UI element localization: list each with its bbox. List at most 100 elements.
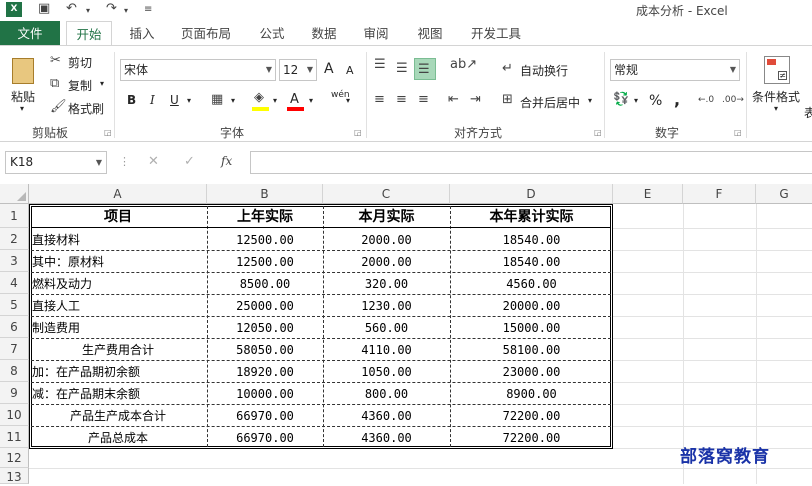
row-header-1[interactable]: 1 — [0, 204, 29, 228]
column-header-e[interactable]: E — [613, 184, 683, 204]
redo-dropdown-icon[interactable]: ▾ — [124, 6, 128, 15]
enter-icon[interactable]: ✓ — [184, 154, 195, 169]
font-size-combo[interactable]: 12 ▼ — [279, 59, 317, 81]
tab-data[interactable]: 数据 — [304, 21, 344, 46]
shrink-font-button[interactable]: A — [346, 64, 354, 77]
copy-button[interactable]: 复制 — [68, 77, 92, 94]
border-icon[interactable]: ▦ — [211, 93, 223, 107]
tab-page-layout[interactable]: 页面布局 — [174, 21, 238, 46]
row-header-2[interactable]: 2 — [0, 228, 29, 250]
table-cell-item[interactable]: 直接人工 — [32, 296, 207, 316]
column-header-b[interactable]: B — [207, 184, 323, 204]
table-cell-value[interactable]: 58100.00 — [450, 340, 613, 360]
table-cell-value[interactable]: 10000.00 — [207, 384, 323, 404]
alignment-launcher-icon[interactable]: ◲ — [594, 128, 602, 137]
table-cell-value[interactable]: 23000.00 — [450, 362, 613, 382]
table-cell-value[interactable]: 2000.00 — [323, 252, 450, 272]
merge-center-button[interactable]: 合并后居中 — [520, 94, 580, 111]
column-header-a[interactable]: A — [29, 184, 207, 204]
redo-icon[interactable]: ↷ — [106, 1, 117, 16]
number-launcher-icon[interactable]: ◲ — [734, 128, 742, 137]
styles-partial-label[interactable]: 表 — [804, 104, 812, 121]
row-header-3[interactable]: 3 — [0, 250, 29, 272]
orientation-icon[interactable]: ab↗ — [450, 58, 477, 72]
row-header-7[interactable]: 7 — [0, 338, 29, 360]
table-cell-value[interactable]: 800.00 — [323, 384, 450, 404]
tab-file[interactable]: 文件 — [0, 21, 60, 46]
clipboard-launcher-icon[interactable]: ◲ — [104, 128, 112, 137]
table-cell-value[interactable]: 4360.00 — [323, 406, 450, 426]
increase-decimal-icon[interactable]: ←.0 — [698, 93, 714, 107]
table-cell-item[interactable]: 其中：原材料 — [32, 252, 207, 272]
cut-button[interactable]: 剪切 — [68, 54, 92, 71]
comma-style-button[interactable]: , — [674, 90, 680, 109]
table-cell-value[interactable]: 4360.00 — [323, 428, 450, 448]
align-right-icon[interactable]: ≡ — [418, 93, 429, 107]
tab-insert[interactable]: 插入 — [122, 21, 162, 46]
copy-dropdown-icon[interactable]: ▾ — [100, 79, 104, 88]
table-cell-value[interactable]: 72200.00 — [450, 406, 613, 426]
tab-formulas[interactable]: 公式 — [252, 21, 292, 46]
format-painter-icon[interactable]: 🖌 — [50, 100, 67, 114]
format-painter-button[interactable]: 格式刷 — [68, 100, 104, 117]
cancel-icon[interactable]: ✕ — [148, 154, 159, 169]
undo-icon[interactable]: ↶ — [66, 1, 77, 16]
align-center-icon[interactable]: ≡ — [396, 93, 407, 107]
table-cell-value[interactable]: 18920.00 — [207, 362, 323, 382]
font-launcher-icon[interactable]: ◲ — [354, 128, 362, 137]
row-header-11[interactable]: 11 — [0, 426, 29, 448]
table-cell-value[interactable]: 66970.00 — [207, 406, 323, 426]
insert-function-icon[interactable]: fx — [221, 154, 232, 168]
wrap-text-button[interactable]: 自动换行 — [520, 62, 568, 79]
accounting-dropdown-icon[interactable]: ▾ — [634, 96, 638, 105]
underline-dropdown-icon[interactable]: ▾ — [187, 96, 191, 105]
wrap-text-icon[interactable]: ↵ — [502, 62, 513, 76]
table-cell-item[interactable]: 产品生产成本合计 — [29, 406, 207, 426]
fill-color-dropdown-icon[interactable]: ▾ — [273, 96, 277, 105]
table-cell-value[interactable]: 20000.00 — [450, 296, 613, 316]
header-cell-ytd[interactable]: 本年累计实际 — [450, 206, 613, 228]
customize-qat-icon[interactable]: ≡ — [144, 4, 152, 15]
table-cell-value[interactable]: 560.00 — [323, 318, 450, 338]
table-cell-value[interactable]: 2000.00 — [323, 230, 450, 250]
phonetic-dropdown-icon[interactable]: ▾ — [346, 96, 350, 105]
table-cell-item[interactable]: 减：在产品期末余额 — [32, 384, 207, 404]
tab-review[interactable]: 审阅 — [356, 21, 396, 46]
table-cell-value[interactable]: 66970.00 — [207, 428, 323, 448]
conditional-dropdown-icon[interactable]: ▾ — [774, 104, 778, 113]
row-header-9[interactable]: 9 — [0, 382, 29, 404]
formula-input[interactable] — [250, 151, 812, 174]
increase-indent-icon[interactable]: ⇥ — [470, 93, 481, 107]
undo-dropdown-icon[interactable]: ▾ — [86, 6, 90, 15]
table-cell-value[interactable]: 12500.00 — [207, 252, 323, 272]
row-header-5[interactable]: 5 — [0, 294, 29, 316]
table-cell-value[interactable]: 8500.00 — [207, 274, 323, 294]
table-cell-value[interactable]: 25000.00 — [207, 296, 323, 316]
merge-center-icon[interactable]: ⊞ — [502, 93, 513, 107]
header-cell-item[interactable]: 项目 — [29, 206, 207, 228]
table-cell-item[interactable]: 加：在产品期初余额 — [32, 362, 207, 382]
table-cell-value[interactable]: 8900.00 — [450, 384, 613, 404]
column-header-c[interactable]: C — [323, 184, 450, 204]
decrease-indent-icon[interactable]: ⇤ — [448, 93, 459, 107]
table-cell-value[interactable]: 18540.00 — [450, 230, 613, 250]
number-format-combo[interactable]: 常规 ▼ — [610, 59, 740, 81]
font-color-button[interactable]: A — [290, 92, 299, 107]
worksheet-grid[interactable]: A B C D E F G 1 2 3 4 5 6 7 8 9 10 11 12… — [0, 184, 812, 484]
table-cell-value[interactable]: 15000.00 — [450, 318, 613, 338]
header-cell-this-month[interactable]: 本月实际 — [323, 206, 450, 228]
row-header-13[interactable]: 13 — [0, 468, 29, 484]
tab-developer[interactable]: 开发工具 — [464, 21, 528, 46]
conditional-format-button[interactable]: 条件格式 — [752, 88, 800, 105]
table-cell-value[interactable]: 72200.00 — [450, 428, 613, 448]
paste-icon[interactable] — [12, 58, 34, 84]
border-dropdown-icon[interactable]: ▾ — [231, 96, 235, 105]
copy-icon[interactable]: ⧉ — [50, 77, 59, 91]
table-cell-item[interactable]: 燃料及动力 — [32, 274, 207, 294]
decrease-decimal-icon[interactable]: .00→ — [722, 93, 744, 107]
table-cell-item[interactable]: 生产费用合计 — [29, 340, 207, 360]
grow-font-button[interactable]: A — [324, 61, 334, 77]
conditional-format-icon[interactable]: ≠ — [764, 56, 790, 84]
table-cell-value[interactable]: 4110.00 — [323, 340, 450, 360]
paste-button[interactable]: 粘贴 — [11, 88, 35, 105]
